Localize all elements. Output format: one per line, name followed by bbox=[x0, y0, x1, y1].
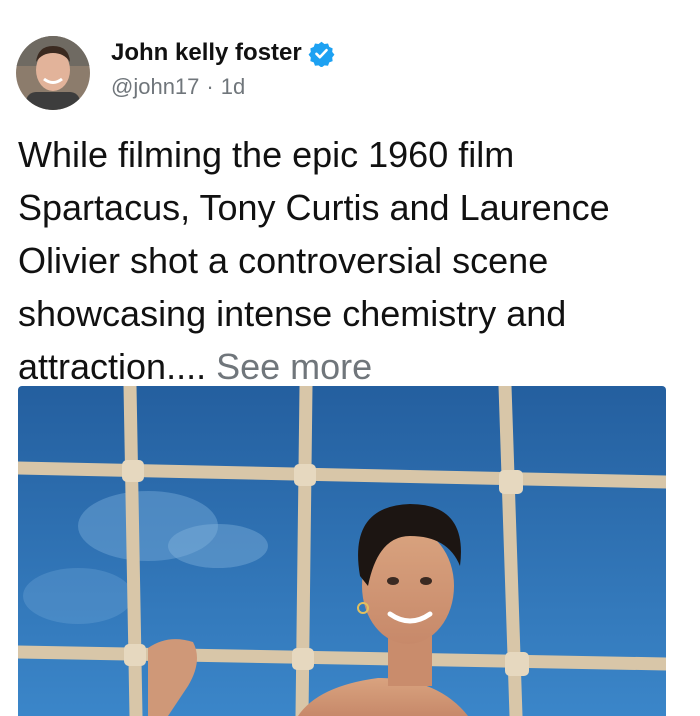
post-photo[interactable] bbox=[18, 386, 666, 716]
author-handle[interactable]: @john17 bbox=[111, 74, 199, 99]
post-timestamp[interactable]: 1d bbox=[221, 74, 245, 99]
post-header: John kelly foster @john17 · 1d bbox=[16, 36, 676, 112]
see-more-link[interactable]: See more bbox=[216, 346, 372, 387]
post-meta: @john17 · 1d bbox=[111, 74, 245, 100]
author-name-line: John kelly foster bbox=[111, 39, 335, 68]
post-text-container: While filming the epic 1960 film Spartac… bbox=[18, 128, 678, 393]
meta-separator: · bbox=[206, 74, 214, 99]
verified-badge-icon bbox=[308, 40, 335, 68]
author-name[interactable]: John kelly foster bbox=[111, 39, 302, 67]
author-avatar[interactable] bbox=[16, 36, 90, 110]
